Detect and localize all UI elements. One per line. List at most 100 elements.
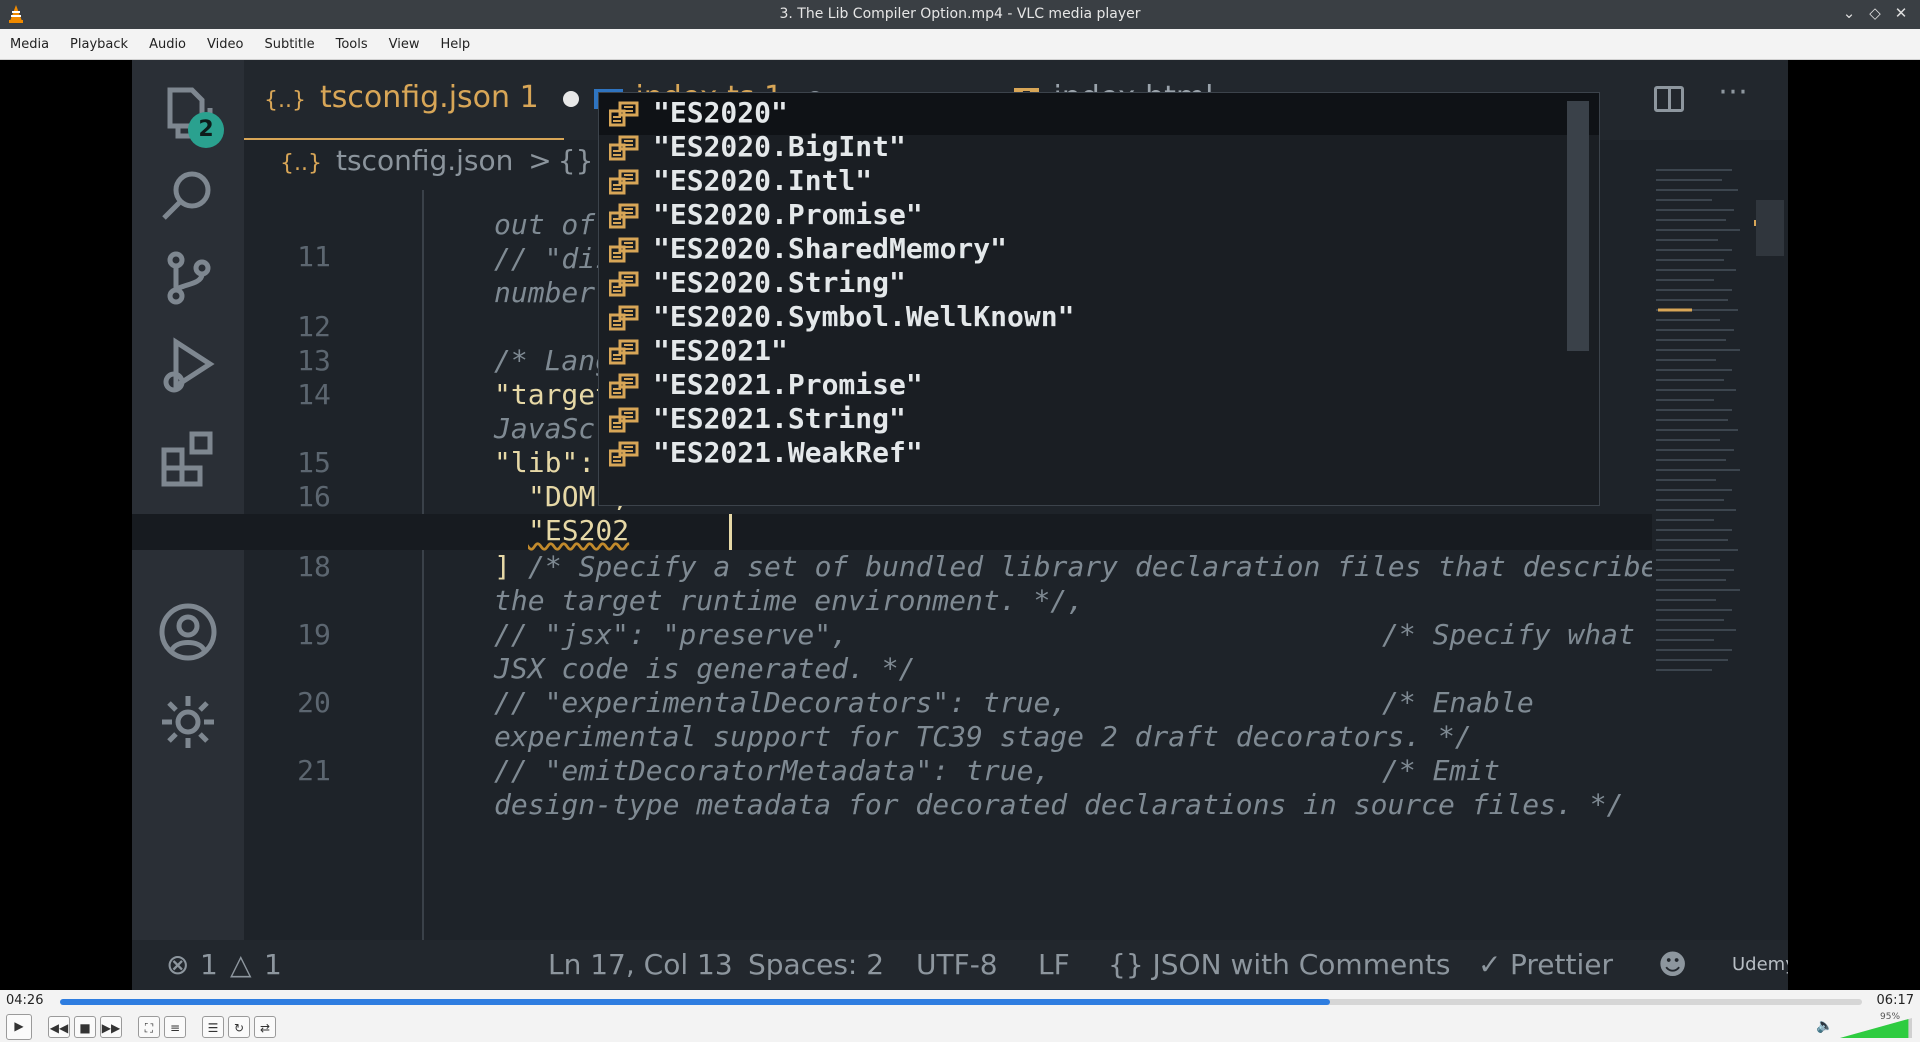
code-comment: the target runtime environment. */,: [494, 584, 1085, 617]
menu-help[interactable]: Help: [431, 37, 482, 52]
enum-value-icon: [609, 169, 639, 195]
video-area[interactable]: 2 {..} tsconfig.json 1 ⋯ {..} tsconfig.j…: [0, 60, 1920, 990]
minimap: [1652, 160, 1752, 800]
line-number: 15: [297, 446, 331, 479]
code-comment: /* Specify a set of bundled library decl…: [528, 550, 1658, 583]
minimap-lines: [1656, 169, 1740, 671]
breadcrumb: {..} tsconfig.json >{}: [244, 144, 593, 188]
menu-subtitle[interactable]: Subtitle: [254, 37, 325, 52]
warning-icon: △: [230, 948, 252, 981]
cursor-position[interactable]: Ln 17, Col 13: [548, 948, 733, 981]
title-bar: 3. The Lib Compiler Option.mp4 - VLC med…: [0, 0, 1920, 29]
line-number: 18: [297, 550, 331, 583]
play-icon: ▶: [14, 1019, 24, 1033]
warning-count: 1: [264, 948, 282, 981]
indent-guide: [422, 190, 424, 940]
code-comment: /* Specify what: [1382, 618, 1635, 651]
indentation[interactable]: Spaces: 2: [748, 948, 884, 981]
fullscreen-icon: ⛶: [144, 1021, 154, 1035]
active-tab-indicator: [244, 138, 564, 140]
loop-button[interactable]: ↻: [228, 1016, 250, 1038]
breadcrumb-file: tsconfig.json: [335, 144, 514, 177]
line-number: 14: [297, 378, 331, 411]
line-number-gutter: 11 12 13 14 15 16 17 18 19 20 21: [244, 190, 364, 940]
stop-button[interactable]: ■: [74, 1016, 96, 1038]
skip-back-icon: ◀◀: [49, 1021, 69, 1035]
enum-value-icon: [609, 203, 639, 229]
play-button[interactable]: ▶: [6, 1014, 32, 1040]
code-comment: design-type metadata for decorated decla…: [494, 788, 1624, 821]
line-number: 16: [297, 480, 331, 513]
close-icon[interactable]: ✕: [1892, 4, 1910, 22]
tab-tsconfig-label: tsconfig.json 1: [319, 80, 539, 115]
skip-forward-icon: ▶▶: [101, 1021, 121, 1035]
menu-audio[interactable]: Audio: [139, 37, 197, 52]
more-actions-icon: ⋯: [1718, 74, 1748, 109]
split-editor-icon: [1654, 86, 1684, 112]
suggestion-label: "ES2020.Promise": [653, 198, 923, 231]
extended-settings-button[interactable]: ≡: [164, 1016, 186, 1038]
volume-percent: 95%: [1880, 1012, 1901, 1022]
menu-media[interactable]: Media: [0, 37, 60, 52]
code-comment: /* Emit: [1382, 754, 1501, 787]
next-button[interactable]: ▶▶: [100, 1016, 122, 1038]
total-time: 06:17: [1876, 993, 1914, 1008]
window-title: 3. The Lib Compiler Option.mp4 - VLC med…: [779, 6, 1141, 22]
maximize-icon[interactable]: ◇: [1866, 4, 1884, 22]
line-number: 13: [297, 344, 331, 377]
menu-tools[interactable]: Tools: [326, 37, 379, 52]
menu-playback[interactable]: Playback: [60, 37, 139, 52]
line-number: 21: [297, 754, 331, 787]
suggestion-label: "ES2020": [653, 96, 788, 129]
code-comment: // "jsx": "preserve",: [494, 618, 849, 651]
breadcrumb-node: {}: [557, 144, 594, 177]
scrollbar-thumb[interactable]: [1756, 200, 1784, 256]
encoding[interactable]: UTF-8: [916, 948, 998, 981]
suggestion-scrollbar[interactable]: [1567, 101, 1589, 351]
line-number: 12: [297, 310, 331, 343]
suggestion-item[interactable]: "ES2021.WeakRef": [599, 433, 1599, 475]
end-of-line[interactable]: LF: [1038, 948, 1070, 981]
volume-slider[interactable]: [1840, 1018, 1912, 1038]
error-count: 1: [200, 948, 218, 981]
explorer-badge: 2: [188, 112, 224, 148]
enum-value-icon: [609, 441, 639, 467]
playlist-icon: ☰: [207, 1021, 219, 1035]
previous-button[interactable]: ◀◀: [48, 1016, 70, 1038]
feedback-icon: ☻: [1658, 948, 1688, 981]
source-control-icon: [156, 246, 220, 310]
json-file-icon: {..}: [264, 88, 306, 113]
code-comment: // "experimentalDecorators": true,: [494, 686, 1068, 719]
current-line-highlight: [132, 514, 1732, 550]
suggestion-label: "ES2021": [653, 334, 788, 367]
sliders-icon: ≡: [169, 1021, 181, 1035]
language-mode[interactable]: {} JSON with Comments: [1108, 948, 1451, 981]
minimize-icon[interactable]: ⌄: [1840, 4, 1858, 22]
seek-slider[interactable]: [60, 999, 1862, 1005]
activity-bar: 2: [132, 60, 244, 940]
playlist-button[interactable]: ☰: [202, 1016, 224, 1038]
shuffle-button[interactable]: ⇄: [254, 1016, 276, 1038]
prettier-status[interactable]: Prettier: [1510, 948, 1613, 981]
line-number: 19: [297, 618, 331, 651]
seek-progress: [60, 999, 1331, 1005]
status-bar: ⊗ 1 △ 1 Ln 17, Col 13 Spaces: 2 UTF-8 LF…: [132, 940, 1788, 990]
fullscreen-button[interactable]: ⛶: [138, 1016, 160, 1038]
enum-value-icon: [609, 271, 639, 297]
vscode-frame: 2 {..} tsconfig.json 1 ⋯ {..} tsconfig.j…: [132, 60, 1788, 990]
line-number: 20: [297, 686, 331, 719]
speaker-icon[interactable]: 🔈: [1816, 1018, 1834, 1036]
menu-video[interactable]: Video: [197, 37, 254, 52]
code-comment: /* Enable: [1382, 686, 1534, 719]
enum-value-icon: [609, 305, 639, 331]
extensions-icon: [156, 426, 220, 490]
suggestion-label: "ES2020.BigInt": [653, 130, 906, 163]
line-number: 11: [297, 240, 331, 273]
check-icon: ✓: [1478, 948, 1502, 981]
suggestion-label: "ES2021.Promise": [653, 368, 923, 401]
menu-bar: Media Playback Audio Video Subtitle Tool…: [0, 29, 1920, 60]
enum-value-icon: [609, 237, 639, 263]
account-icon: [156, 600, 220, 664]
enum-value-icon: [609, 373, 639, 399]
menu-view[interactable]: View: [379, 37, 431, 52]
